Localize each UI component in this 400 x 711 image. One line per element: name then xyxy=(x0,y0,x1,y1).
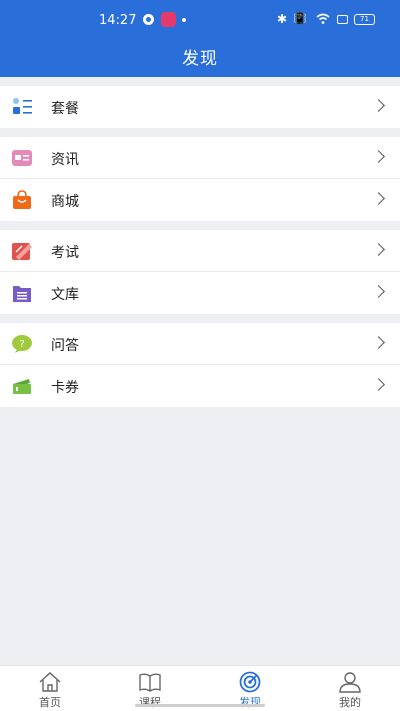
coupon-ticket-icon xyxy=(13,379,31,394)
menu-item-mall[interactable]: 商城 xyxy=(0,179,400,221)
status-time: 14:27 xyxy=(99,13,137,28)
tab-label: 课程 xyxy=(139,696,161,709)
menu-group-qa-coupons: ? 问答 卡券 xyxy=(0,323,400,407)
battery-icon: 71 xyxy=(354,14,375,25)
status-bar: 14:27 ✱ 📳 71 xyxy=(0,0,400,40)
chevron-right-icon xyxy=(372,243,385,256)
menu-item-label: 资讯 xyxy=(51,152,79,168)
tab-label: 我的 xyxy=(339,696,361,709)
menu-item-label: 问答 xyxy=(51,338,79,354)
menu-item-library[interactable]: 文库 xyxy=(0,272,400,314)
app-notification-icon xyxy=(161,12,176,27)
document-library-icon xyxy=(13,286,31,302)
menu-item-news[interactable]: 资讯 xyxy=(0,137,400,179)
chat-notification-icon xyxy=(143,14,154,25)
menu-item-label: 考试 xyxy=(51,245,79,261)
menu-item-qa[interactable]: ? 问答 xyxy=(0,323,400,365)
chevron-right-icon xyxy=(372,336,385,349)
header-bar: 14:27 ✱ 📳 71 发现 xyxy=(0,0,400,77)
menu-group-packages: 套餐 xyxy=(0,86,400,128)
news-icon xyxy=(12,150,32,166)
chevron-right-icon xyxy=(372,150,385,163)
book-icon xyxy=(139,673,161,692)
menu-item-coupons[interactable]: 卡券 xyxy=(0,365,400,407)
vibrate-icon: 📳 xyxy=(293,12,307,25)
page-title: 发现 xyxy=(182,49,218,69)
discover-icon xyxy=(239,671,261,693)
svg-text:?: ? xyxy=(19,339,24,350)
sim-icon xyxy=(337,15,348,24)
menu-item-label: 文库 xyxy=(51,287,79,303)
tab-home[interactable]: 首页 xyxy=(0,666,100,711)
question-bubble-icon: ? xyxy=(12,335,32,353)
menu-item-package[interactable]: 套餐 xyxy=(0,86,400,128)
menu-item-label: 套餐 xyxy=(51,101,79,117)
wifi-icon xyxy=(316,13,330,24)
package-list-icon xyxy=(13,98,32,114)
menu-item-label: 商城 xyxy=(51,194,79,210)
menu-group-exam-library: 考试 文库 xyxy=(0,230,400,314)
bluetooth-icon: ✱ xyxy=(277,12,288,26)
home-indicator xyxy=(135,704,265,707)
chevron-right-icon xyxy=(372,192,385,205)
chevron-right-icon xyxy=(372,378,385,391)
chevron-right-icon xyxy=(372,285,385,298)
chevron-right-icon xyxy=(372,99,385,112)
menu-item-exam[interactable]: 考试 xyxy=(0,230,400,272)
tab-profile[interactable]: 我的 xyxy=(300,666,400,711)
more-notifications-icon xyxy=(182,18,186,22)
profile-icon xyxy=(339,672,361,693)
tab-label: 发现 xyxy=(239,696,261,709)
exam-pen-icon xyxy=(12,243,32,260)
shopping-bag-icon xyxy=(13,190,31,209)
menu-item-label: 卡券 xyxy=(51,380,79,396)
menu-group-news-shop: 资讯 商城 xyxy=(0,137,400,221)
tab-label: 首页 xyxy=(39,696,61,709)
home-icon xyxy=(39,672,61,692)
